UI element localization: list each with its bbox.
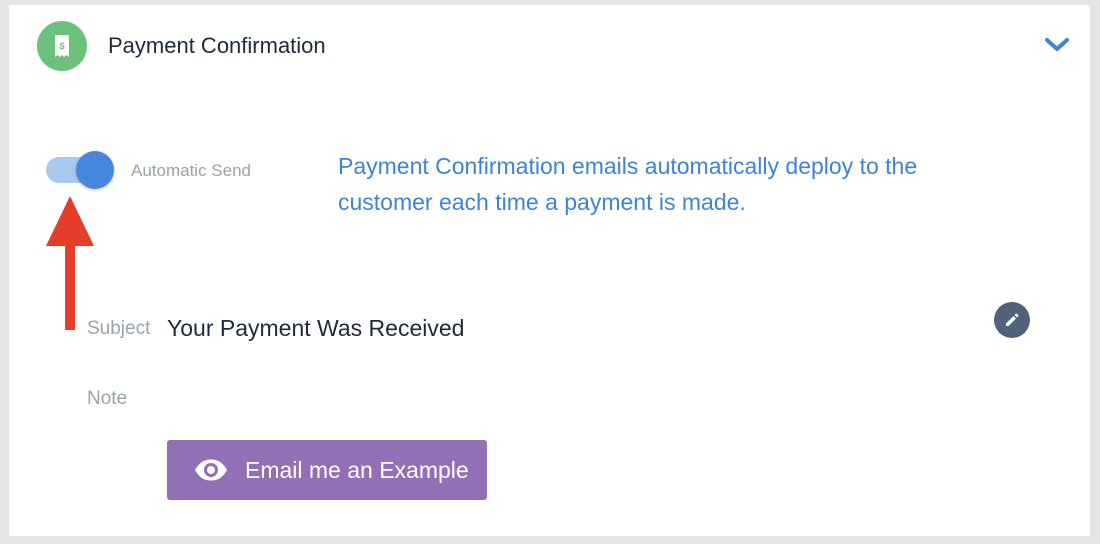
edit-subject-button[interactable] [994, 302, 1030, 338]
subject-value: Your Payment Was Received [167, 315, 465, 341]
description-text: Payment Confirmation emails automaticall… [338, 153, 918, 215]
eye-icon [194, 458, 228, 482]
section-title: Payment Confirmation [108, 33, 326, 58]
automatic-send-toggle[interactable] [46, 150, 116, 192]
receipt-dollar-icon: $ [37, 21, 87, 71]
email-me-an-example-label: Email me an Example [245, 456, 469, 483]
chevron-down-icon[interactable] [1043, 33, 1071, 57]
pencil-icon [1004, 312, 1020, 328]
red-arrow-up-icon [44, 194, 96, 334]
note-label: Note [87, 388, 128, 409]
svg-text:$: $ [59, 41, 64, 51]
automatic-send-label: Automatic Send [131, 161, 252, 180]
subject-label: Subject [87, 318, 151, 339]
toggle-knob [76, 151, 114, 189]
email-me-an-example-button[interactable]: Email me an Example [167, 440, 487, 500]
